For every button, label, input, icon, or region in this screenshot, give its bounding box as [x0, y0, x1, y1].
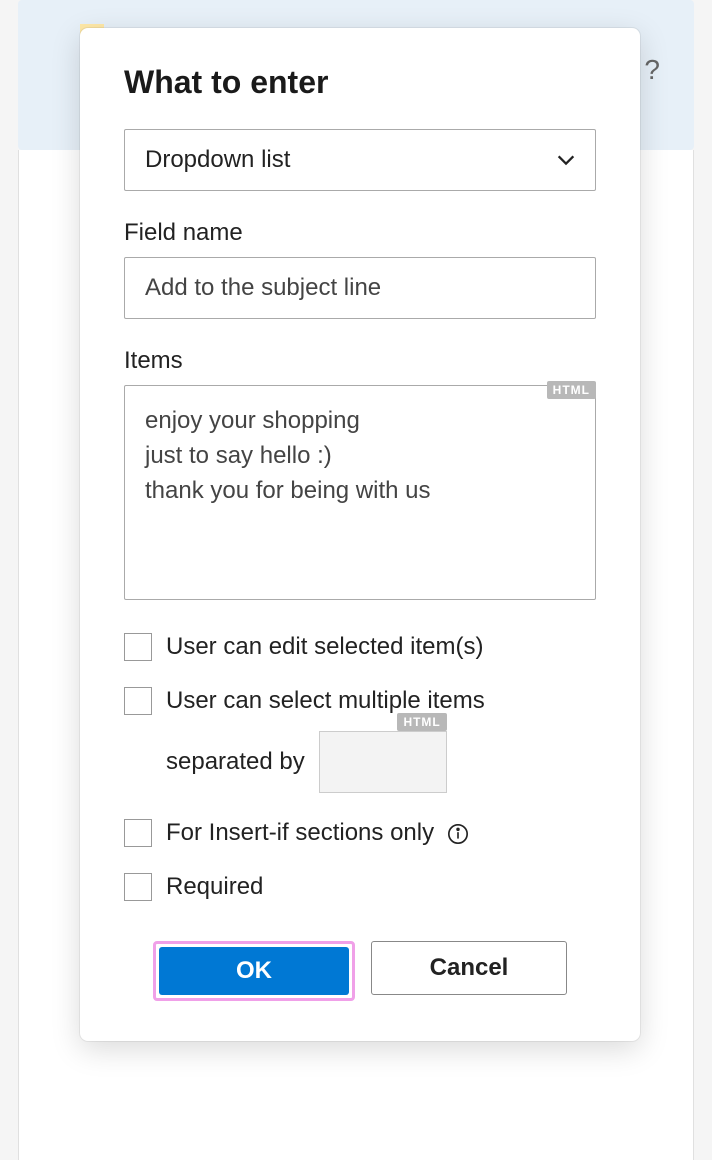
field-name-label: Field name — [124, 219, 596, 247]
separated-by-row: separated by HTML — [166, 731, 596, 793]
separator-html-badge: HTML — [397, 713, 446, 731]
help-icon[interactable]: ? — [644, 54, 660, 86]
checkbox-required-label: Required — [166, 873, 263, 901]
what-to-enter-dialog: What to enter Dropdown list Field name I… — [80, 28, 640, 1041]
cancel-button[interactable]: Cancel — [371, 941, 567, 995]
checkbox-edit-selected[interactable] — [124, 633, 152, 661]
checkbox-edit-selected-label: User can edit selected item(s) — [166, 633, 483, 661]
items-wrapper: HTML — [124, 385, 596, 605]
items-label: Items — [124, 347, 596, 375]
ok-button[interactable]: OK — [159, 947, 349, 995]
chevron-down-icon — [555, 149, 577, 171]
checkbox-required[interactable] — [124, 873, 152, 901]
field-name-input[interactable] — [124, 257, 596, 319]
html-badge: HTML — [547, 381, 596, 399]
checkbox-required-row: Required — [124, 873, 596, 901]
dialog-title: What to enter — [124, 64, 596, 101]
checkbox-insert-if-text: For Insert-if sections only — [166, 819, 434, 846]
info-icon[interactable] — [447, 823, 469, 845]
type-dropdown[interactable]: Dropdown list — [124, 129, 596, 191]
checkbox-multiple-row: User can select multiple items — [124, 687, 596, 715]
checkbox-multiple-label: User can select multiple items — [166, 687, 485, 715]
checkbox-insert-if-row: For Insert-if sections only — [124, 819, 596, 847]
separated-by-label: separated by — [166, 748, 305, 776]
checkbox-edit-selected-row: User can edit selected item(s) — [124, 633, 596, 661]
checkbox-insert-if-label: For Insert-if sections only — [166, 819, 469, 847]
checkbox-multiple[interactable] — [124, 687, 152, 715]
type-dropdown-value: Dropdown list — [145, 146, 290, 174]
items-textarea[interactable] — [124, 385, 596, 600]
separator-input-wrapper: HTML — [319, 731, 447, 793]
checkbox-insert-if[interactable] — [124, 819, 152, 847]
ok-button-highlight: OK — [153, 941, 355, 1001]
button-row: OK Cancel — [124, 941, 596, 1001]
separator-input[interactable] — [319, 731, 447, 793]
